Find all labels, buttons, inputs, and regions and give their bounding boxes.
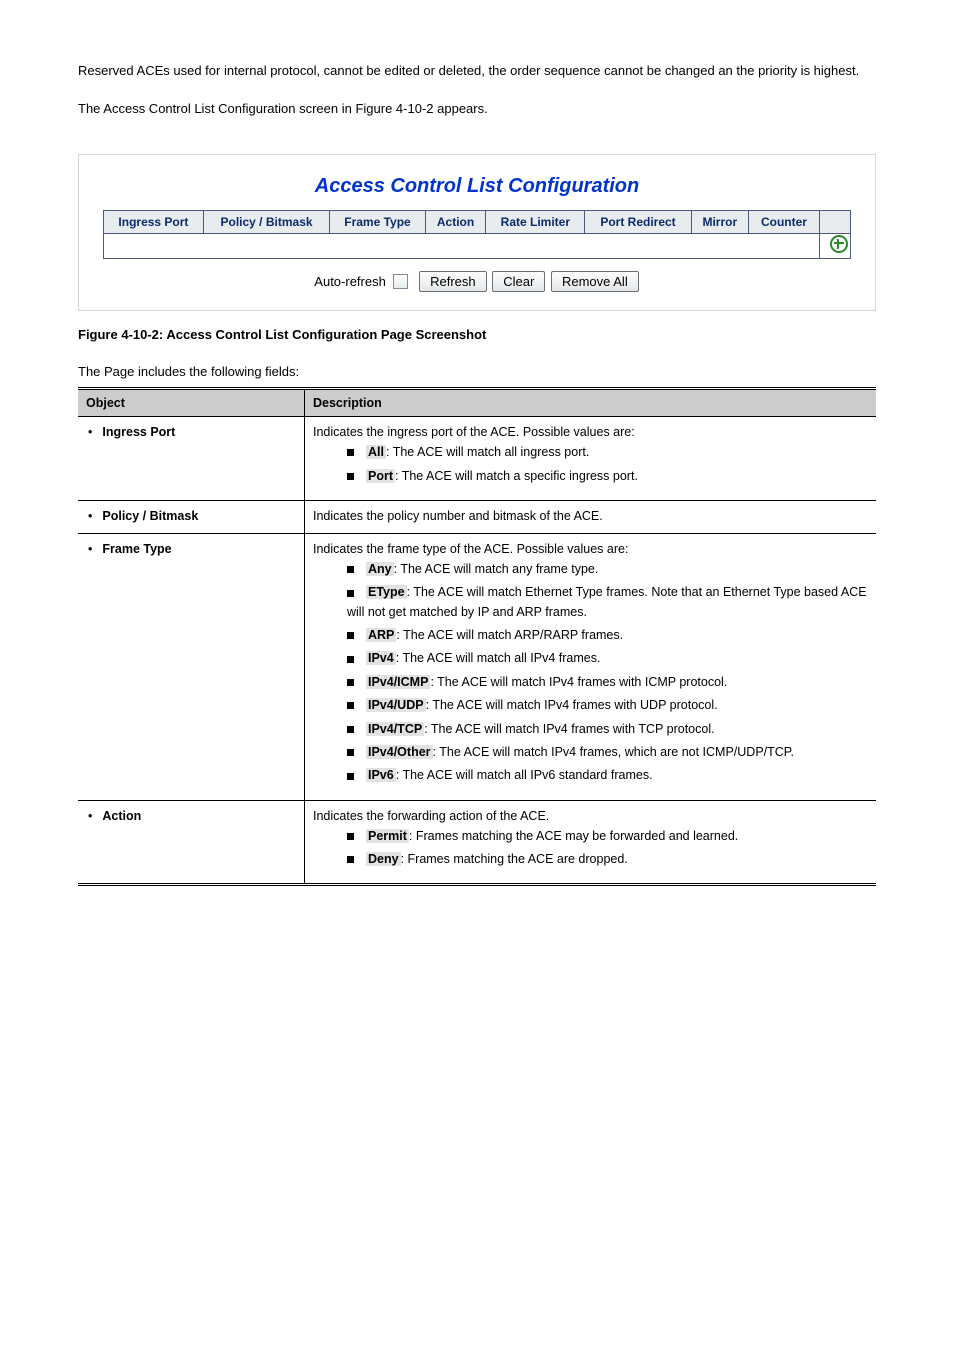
- frame-tcp-key: IPv4/TCP: [366, 722, 424, 736]
- policy-lead: Indicates the policy number and bitmask …: [313, 509, 603, 523]
- col-frame-type: Frame Type: [330, 211, 426, 234]
- caption-text: Access Control List Configuration Page S…: [163, 327, 486, 342]
- frame-icmp-text: : The ACE will match IPv4 frames with IC…: [430, 675, 727, 689]
- action-permit-text: : Frames matching the ACE may be forward…: [409, 829, 738, 843]
- clear-button[interactable]: Clear: [492, 271, 545, 292]
- acl-config-figure: Access Control List Configuration Ingres…: [78, 154, 876, 311]
- col-ingress-port: Ingress Port: [104, 211, 204, 234]
- frame-ipv6-text: : The ACE will match all IPv6 standard f…: [396, 768, 653, 782]
- obj-policy: Policy / Bitmask: [102, 509, 198, 523]
- row-policy-bitmask: •Policy / Bitmask Indicates the policy n…: [78, 500, 876, 533]
- col-action: Action: [425, 211, 486, 234]
- row-action: •Action Indicates the forwarding action …: [78, 800, 876, 885]
- row-ingress-port: •Ingress Port Indicates the ingress port…: [78, 417, 876, 501]
- header-object: Object: [78, 389, 305, 417]
- frame-any-text: : The ACE will match any frame type.: [394, 562, 599, 576]
- obj-action: Action: [102, 809, 141, 823]
- action-deny-key: Deny: [366, 852, 401, 866]
- frame-other-key: IPv4/Other: [366, 745, 433, 759]
- frame-any-key: Any: [366, 562, 394, 576]
- figure-caption: Figure 4-10-2: Access Control List Confi…: [78, 327, 876, 342]
- col-port-redirect: Port Redirect: [585, 211, 691, 234]
- intro-line-2a: The Access Control List Configuration sc…: [78, 101, 355, 116]
- ingress-lead: Indicates the ingress port of the ACE. P…: [313, 425, 635, 439]
- col-policy-bitmask: Policy / Bitmask: [203, 211, 329, 234]
- caption-number: Figure 4-10-2:: [78, 327, 163, 342]
- frame-ipv4-key: IPv4: [366, 651, 396, 665]
- header-description: Description: [305, 389, 877, 417]
- intro-line-1: Reserved ACEs used for internal protocol…: [78, 63, 859, 78]
- intro-line-2b: appears.: [434, 101, 488, 116]
- auto-refresh-checkbox[interactable]: [393, 274, 408, 289]
- frame-etype-text: : The ACE will match Ethernet Type frame…: [347, 585, 867, 618]
- auto-refresh-label: Auto-refresh: [314, 274, 386, 289]
- acl-empty-row: [104, 234, 851, 259]
- ingress-all-key: All: [366, 445, 386, 459]
- refresh-button[interactable]: Refresh: [419, 271, 487, 292]
- fields-subhead: The Page includes the following fields:: [78, 364, 876, 379]
- intro-text: Reserved ACEs used for internal protocol…: [78, 60, 876, 120]
- frame-udp-text: : The ACE will match IPv4 frames with UD…: [426, 698, 718, 712]
- frame-icmp-key: IPv4/ICMP: [366, 675, 430, 689]
- col-rate-limiter: Rate Limiter: [486, 211, 585, 234]
- frame-ipv6-key: IPv6: [366, 768, 396, 782]
- intro-figref: Figure 4-10-2: [355, 101, 433, 116]
- frame-arp-text: : The ACE will match ARP/RARP frames.: [396, 628, 623, 642]
- remove-all-button[interactable]: Remove All: [551, 271, 639, 292]
- action-lead: Indicates the forwarding action of the A…: [313, 809, 549, 823]
- action-deny-text: : Frames matching the ACE are dropped.: [401, 852, 628, 866]
- fields-table: Object Description •Ingress Port Indicat…: [78, 387, 876, 886]
- row-frame-type: •Frame Type Indicates the frame type of …: [78, 533, 876, 800]
- frame-udp-key: IPv4/UDP: [366, 698, 426, 712]
- acl-table: Ingress Port Policy / Bitmask Frame Type…: [103, 210, 851, 259]
- col-add: [820, 211, 851, 234]
- obj-ingress-port: Ingress Port: [102, 425, 175, 439]
- frame-other-text: : The ACE will match IPv4 frames, which …: [433, 745, 794, 759]
- ingress-port-key: Port: [366, 469, 395, 483]
- frame-tcp-text: : The ACE will match IPv4 frames with TC…: [424, 722, 714, 736]
- frame-etype-key: EType: [366, 585, 407, 599]
- ingress-all-text: : The ACE will match all ingress port.: [386, 445, 589, 459]
- frame-lead: Indicates the frame type of the ACE. Pos…: [313, 542, 628, 556]
- figure-title: Access Control List Configuration: [103, 175, 851, 198]
- frame-ipv4-text: : The ACE will match all IPv4 frames.: [396, 651, 601, 665]
- col-mirror: Mirror: [691, 211, 748, 234]
- add-ace-icon[interactable]: [830, 235, 848, 253]
- action-permit-key: Permit: [366, 829, 409, 843]
- figure-controls: Auto-refresh Refresh Clear Remove All: [103, 271, 851, 292]
- ingress-port-text: : The ACE will match a specific ingress …: [395, 469, 638, 483]
- col-counter: Counter: [748, 211, 819, 234]
- frame-arp-key: ARP: [366, 628, 396, 642]
- obj-frame: Frame Type: [102, 542, 171, 556]
